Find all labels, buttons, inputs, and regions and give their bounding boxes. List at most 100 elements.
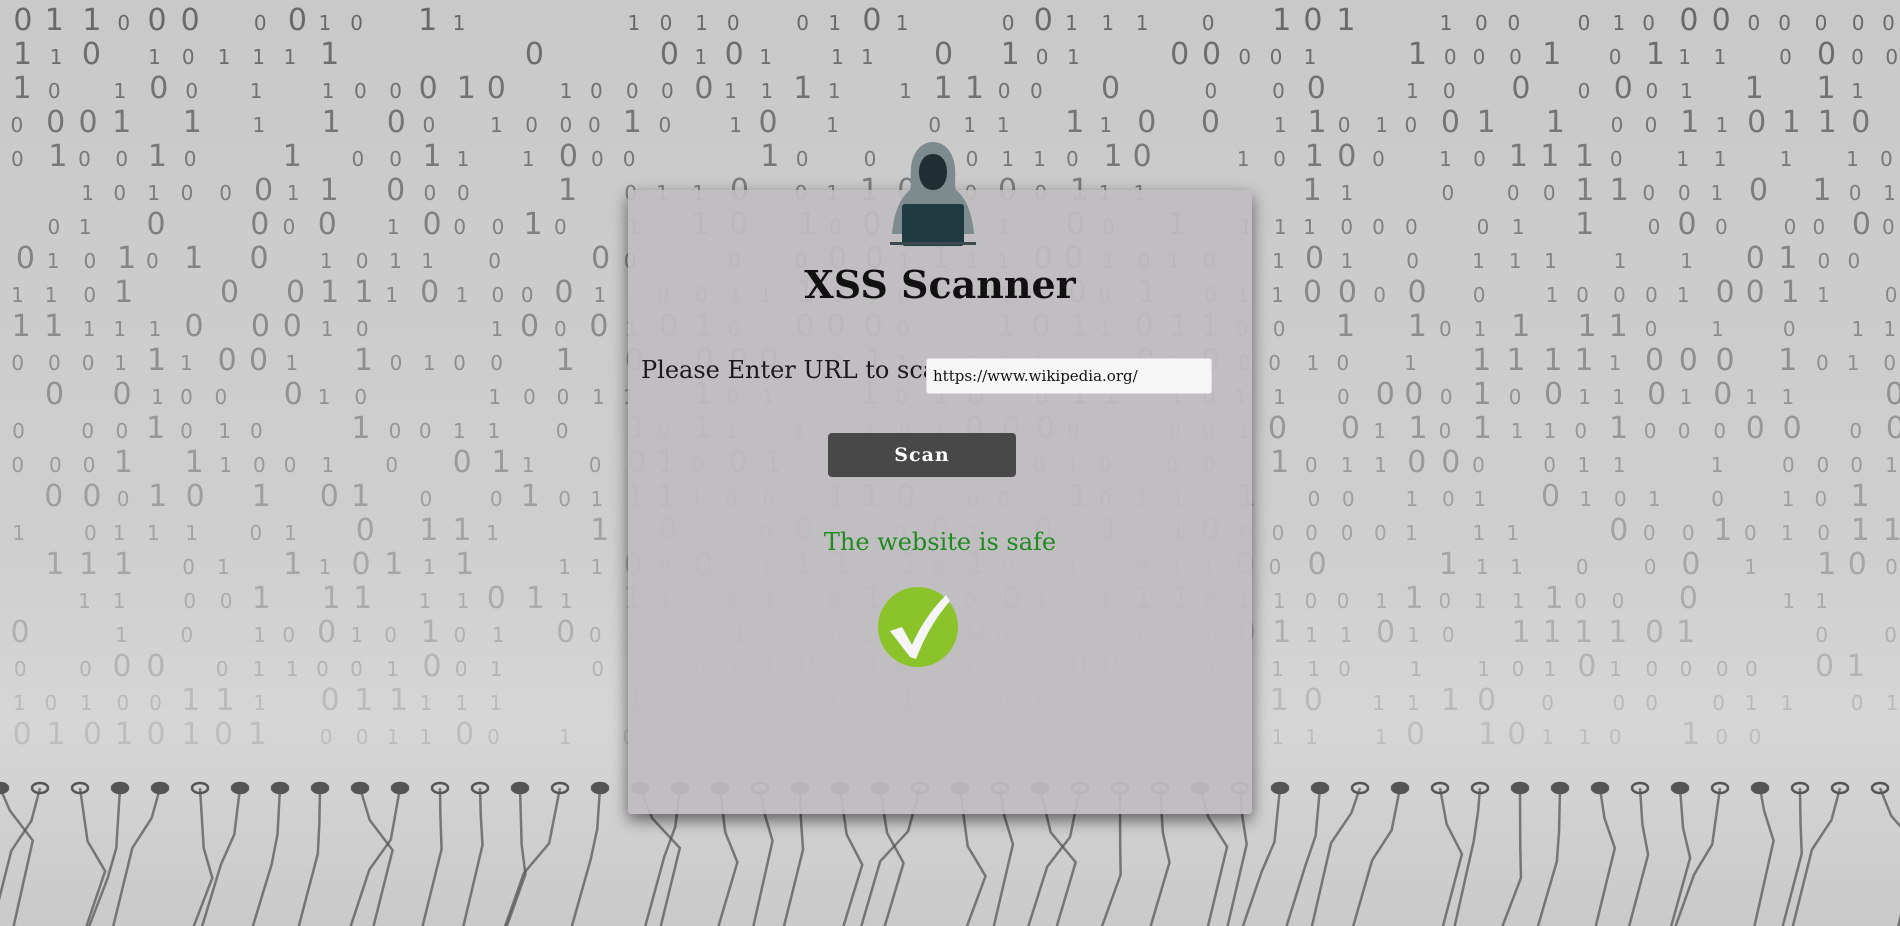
binary-digit: 0 — [390, 351, 403, 375]
binary-digit: 0 — [626, 79, 639, 103]
binary-digit: 1 — [457, 589, 470, 613]
binary-digit: 0 — [420, 275, 439, 310]
binary-digit: 0 — [934, 37, 953, 72]
binary-digit: 1 — [384, 547, 403, 582]
binary-digit: 0 — [556, 615, 575, 650]
circuit-trace — [358, 787, 394, 926]
binary-digit: 0 — [186, 479, 205, 514]
binary-digit: 0 — [1373, 283, 1386, 307]
binary-digit: 0 — [1816, 351, 1829, 375]
binary-digit: 1 — [558, 173, 577, 208]
binary-digit: 0 — [354, 385, 367, 409]
binary-digit: 0 — [1817, 37, 1836, 72]
binary-digit: 1 — [1512, 215, 1525, 239]
binary-digit: 0 — [1817, 521, 1830, 545]
binary-digit: 1 — [1341, 453, 1354, 477]
binary-digit: 0 — [288, 3, 307, 38]
binary-digit: 0 — [424, 181, 437, 205]
binary-digit: 0 — [1679, 3, 1698, 38]
binary-digit: 1 — [219, 453, 232, 477]
circuit-trace — [505, 787, 527, 926]
binary-digit: 0 — [1576, 283, 1589, 307]
binary-digit: 0 — [758, 105, 777, 140]
binary-digit: 1 — [252, 45, 265, 69]
binary-digit: 0 — [1849, 419, 1862, 443]
scan-button[interactable]: Scan — [828, 433, 1016, 477]
binary-digit: 0 — [455, 657, 468, 681]
binary-digit: 1 — [114, 79, 127, 103]
binary-digit: 1 — [283, 547, 302, 582]
binary-digit: 0 — [220, 275, 239, 310]
binary-digit: 1 — [1543, 343, 1562, 378]
binary-digit: 0 — [1238, 45, 1251, 69]
binary-digit: 1 — [1577, 309, 1596, 344]
binary-digit: 1 — [1883, 181, 1896, 205]
binary-digit: 1 — [1511, 419, 1524, 443]
binary-digit: 0 — [453, 351, 466, 375]
binary-digit: 1 — [724, 79, 737, 103]
binary-digit: 0 — [389, 79, 402, 103]
binary-digit: 0 — [181, 623, 194, 647]
binary-digit: 1 — [1065, 11, 1078, 35]
binary-digit: 0 — [1443, 79, 1456, 103]
binary-digit: 0 — [354, 79, 367, 103]
binary-digit: 1 — [1542, 37, 1561, 72]
binary-digit: 0 — [1170, 37, 1189, 72]
binary-digit: 0 — [356, 513, 375, 548]
binary-digit: 1 — [1408, 309, 1427, 344]
binary-digit: 1 — [387, 725, 400, 749]
binary-digit: 1 — [79, 547, 98, 582]
binary-digit: 0 — [1715, 343, 1734, 378]
binary-digit: 1 — [1270, 445, 1289, 480]
binary-digit: 0 — [48, 215, 61, 239]
binary-digit: 0 — [1749, 173, 1768, 208]
binary-digit: 1 — [1546, 283, 1559, 307]
url-input[interactable] — [926, 358, 1212, 394]
binary-digit: 1 — [1676, 147, 1689, 171]
binary-digit: 1 — [1541, 725, 1554, 749]
binary-digit: 0 — [1303, 3, 1322, 38]
binary-digit: 1 — [283, 139, 302, 174]
circuit-node — [1550, 781, 1570, 795]
circuit-trace — [1536, 787, 1562, 926]
binary-digit: 0 — [1715, 725, 1728, 749]
circuit-trace — [503, 787, 562, 926]
binary-digit: 1 — [83, 317, 96, 341]
binary-digit: 0 — [591, 241, 610, 276]
binary-digit: 1 — [1883, 317, 1896, 341]
binary-digit: 0 — [1509, 45, 1522, 69]
binary-digit: 0 — [1681, 547, 1700, 582]
binary-digit: 0 — [1643, 521, 1656, 545]
binary-digit: 0 — [282, 623, 295, 647]
binary-digit: 1 — [1473, 521, 1486, 545]
binary-digit: 0 — [1201, 105, 1220, 140]
binary-digit: 0 — [1472, 453, 1485, 477]
binary-digit: 0 — [1747, 105, 1766, 140]
binary-digit: 0 — [423, 649, 442, 684]
binary-digit: 1 — [828, 79, 841, 103]
binary-digit: 1 — [354, 275, 373, 310]
binary-digit: 1 — [1375, 589, 1388, 613]
binary-digit: 1 — [492, 445, 511, 480]
binary-digit: 1 — [112, 105, 131, 140]
circuit-node — [1750, 781, 1770, 795]
binary-digit: 1 — [389, 683, 408, 718]
binary-digit: 1 — [149, 317, 162, 341]
binary-digit: 1 — [1714, 147, 1727, 171]
binary-digit: 0 — [1307, 71, 1326, 106]
binary-digit: 1 — [1613, 453, 1626, 477]
binary-digit: 1 — [1303, 215, 1316, 239]
binary-digit: 0 — [181, 181, 194, 205]
binary-digit: 1 — [1782, 105, 1801, 140]
binary-digit: 1 — [1546, 105, 1565, 140]
binary-digit: 1 — [1303, 173, 1322, 208]
binary-digit: 1 — [593, 283, 606, 307]
circuit-node — [1590, 781, 1610, 795]
binary-digit: 1 — [1680, 79, 1693, 103]
binary-digit: 0 — [1678, 207, 1697, 242]
binary-digit: 0 — [249, 343, 268, 378]
binary-digit: 1 — [490, 657, 503, 681]
binary-digit: 1 — [1409, 411, 1428, 446]
binary-digit: 0 — [1716, 657, 1729, 681]
binary-digit: 1 — [492, 623, 505, 647]
